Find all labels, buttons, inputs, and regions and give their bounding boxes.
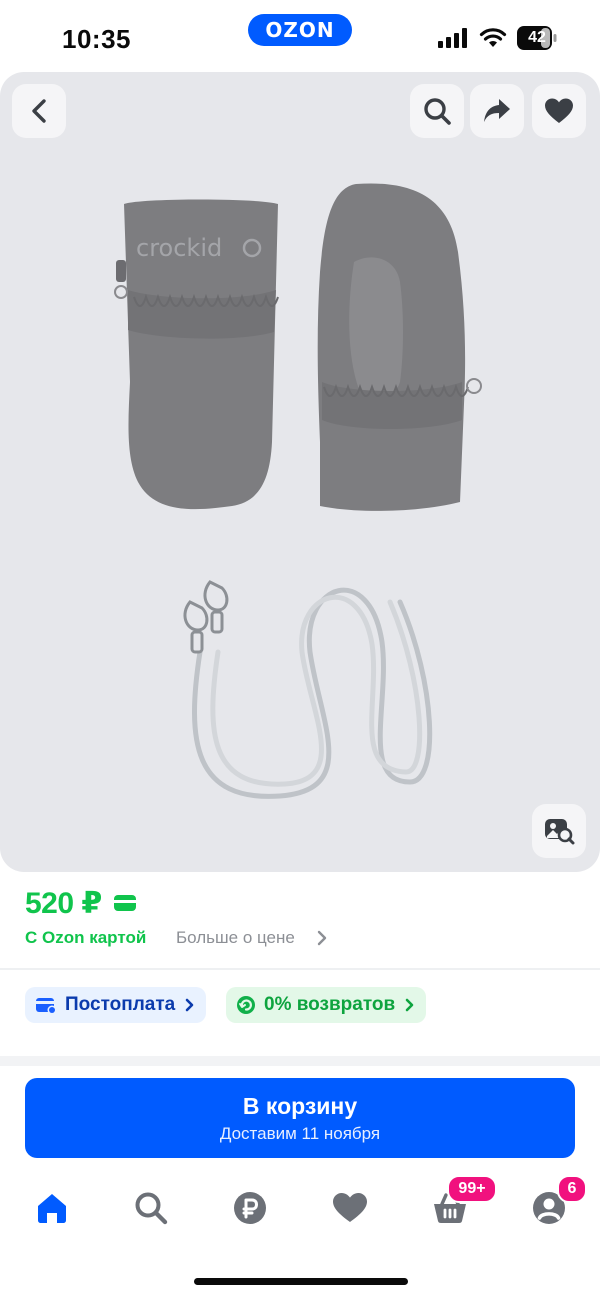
battery-level: 42 [528,29,546,46]
returns-label: 0% возвратов [264,994,396,1015]
section-gap [0,1056,600,1066]
return-icon [237,996,255,1014]
back-icon [32,99,46,123]
postpay-label: Постоплата [65,994,176,1015]
tab-finance[interactable] [230,1188,270,1228]
right-mitten [317,183,482,511]
heart-icon [545,98,573,123]
heart-icon [333,1193,367,1222]
back-button[interactable] [12,84,66,138]
cord-clips [183,580,229,654]
divider [0,968,600,970]
ozon-card-icon [114,895,136,911]
ozon-logo[interactable]: OZON [248,14,352,46]
chevron-right-icon[interactable] [317,930,327,946]
image-search-icon [545,819,575,845]
chevron-right-icon [405,998,414,1012]
home-icon [38,1194,66,1223]
share-icon [484,99,510,122]
image-search-button[interactable] [532,804,586,858]
product-gallery[interactable]: crockid [0,72,600,872]
mitten-cord [192,587,433,799]
chevron-right-icon [185,998,194,1012]
returns-chip[interactable]: 0% возвратов [226,987,427,1023]
tab-search[interactable] [131,1188,171,1228]
ozon-card-label: С Ozon картой [25,928,147,947]
add-to-cart-label: В корзину [242,1093,358,1119]
status-time: 10:35 [62,24,131,54]
price: 520 ₽ [25,887,102,920]
favorite-button[interactable] [532,84,586,138]
price-block: 520 ₽ С Ozon картой Больше о цене [0,872,600,967]
battery-icon: 42 [517,26,557,50]
signal-icon [438,28,467,48]
more-about-price-link[interactable]: Больше о цене [176,928,295,948]
search-icon [135,1192,168,1225]
ruble-icon [234,1192,266,1224]
tab-favorites[interactable] [330,1188,370,1228]
delivery-date: Доставим 11 ноября [219,1124,381,1143]
product-brand-print: crockid [136,234,222,262]
share-button[interactable] [470,84,524,138]
search-icon [424,98,451,125]
product-image[interactable]: crockid [110,182,500,822]
search-button[interactable] [410,84,464,138]
wifi-icon [479,28,507,47]
wallet-icon [36,998,57,1015]
add-to-cart-button[interactable]: В корзину Доставим 11 ноября [25,1078,575,1158]
profile-badge: 6 [557,1175,587,1203]
left-mitten: crockid [114,199,279,510]
cart-badge: 99+ [447,1175,497,1203]
tab-home[interactable] [32,1188,72,1228]
home-indicator[interactable] [194,1278,408,1285]
status-bar: 10:35 OZON 42 [0,0,600,72]
postpay-chip[interactable]: Постоплата [25,987,207,1023]
